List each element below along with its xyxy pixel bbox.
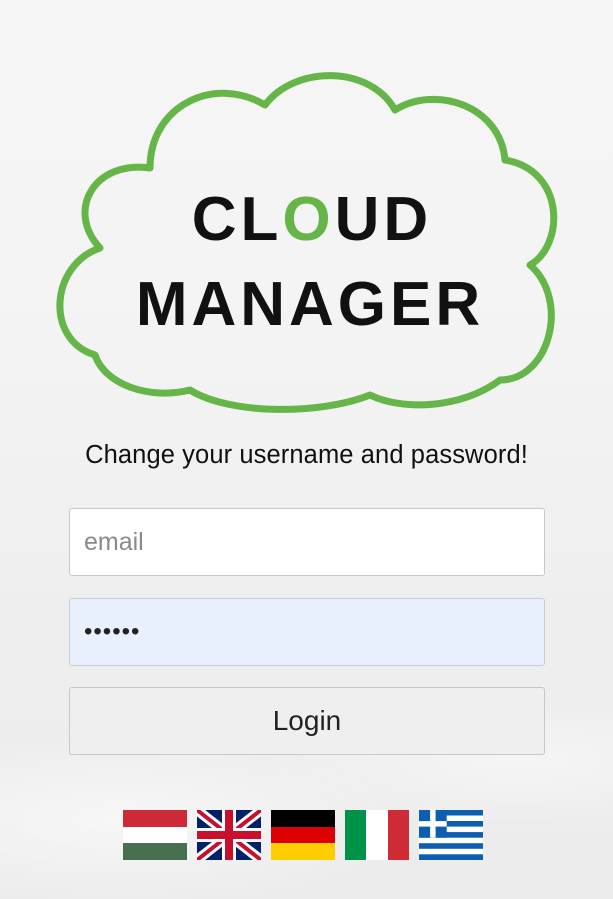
logo-line-cloud: CLOUD bbox=[192, 185, 432, 254]
german-flag-icon[interactable] bbox=[271, 810, 335, 860]
logo-cl: CL bbox=[192, 185, 283, 254]
login-button[interactable]: Login bbox=[69, 687, 545, 755]
uk-flag-icon[interactable] bbox=[197, 810, 261, 860]
language-selector bbox=[123, 810, 483, 860]
italian-flag-icon[interactable] bbox=[345, 810, 409, 860]
hungarian-flag-icon[interactable] bbox=[123, 810, 187, 860]
logo-line-manager: MANAGER bbox=[136, 270, 484, 339]
greek-flag-icon[interactable] bbox=[419, 810, 483, 860]
cloud-manager-logo: CLOUD MANAGER bbox=[40, 50, 580, 420]
email-field[interactable] bbox=[69, 508, 545, 576]
password-field[interactable] bbox=[69, 598, 545, 666]
page-headline: Change your username and password! bbox=[85, 441, 528, 469]
logo-o-letter: O bbox=[282, 185, 334, 254]
logo-ud: UD bbox=[335, 185, 433, 254]
